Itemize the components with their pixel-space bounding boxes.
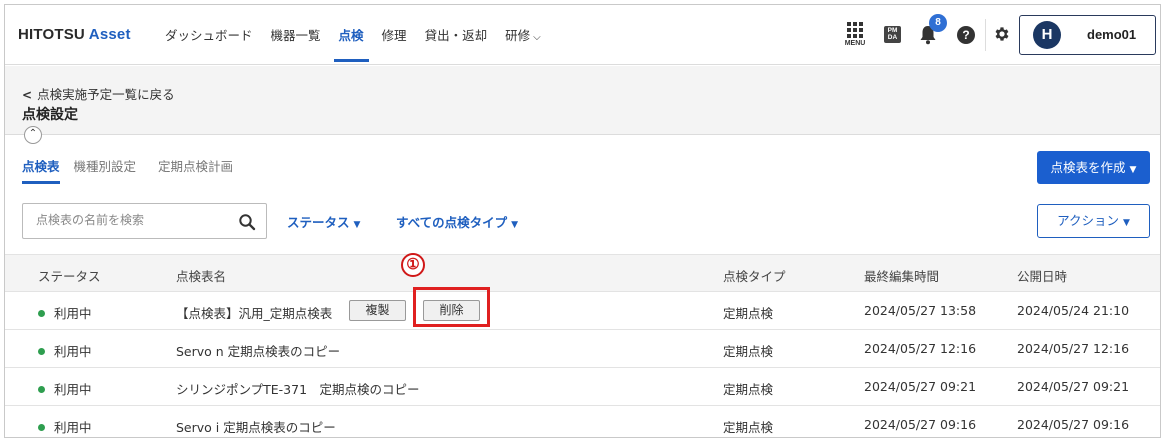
status-text: 利用中 — [54, 420, 92, 435]
edited-cell: 2024/05/27 13:58 — [864, 303, 977, 318]
logo-main: HITOTSU — [18, 26, 85, 43]
back-link[interactable]: < 点検実施予定一覧に戻る — [22, 84, 175, 103]
caret-down-icon: ▼ — [511, 220, 519, 230]
annotation-highlight — [413, 287, 490, 327]
nav-dashboard[interactable]: ダッシュボード — [156, 5, 262, 65]
col-type[interactable]: 点検タイプ — [723, 266, 786, 285]
pmda-icon[interactable]: PM DA — [884, 26, 901, 43]
caret-down-icon: ▼ — [1129, 165, 1137, 175]
col-name[interactable]: 点検表名 — [176, 266, 226, 285]
table-row[interactable]: 利用中 【点検表】汎用_定期点検表 複製 削除 定期点検 2024/05/27 … — [5, 292, 1160, 330]
tab-bar: 点検表 機種別設定 定期点検計画 — [22, 156, 255, 184]
annotation-number: ① — [401, 253, 425, 277]
caret-down-icon: ▼ — [353, 220, 361, 230]
status-cell: 利用中 — [38, 417, 92, 436]
col-published[interactable]: 公開日時 — [1017, 266, 1067, 285]
nav-inspection[interactable]: 点検 — [330, 5, 373, 65]
pmda-top: PM — [887, 27, 898, 34]
main-nav: ダッシュボード 機器一覧 点検 修理 貸出・返却 研修 ⌵ — [156, 5, 550, 65]
sheet-name[interactable]: シリンジポンプTE-371 定期点検のコピー — [176, 379, 420, 398]
back-link-label: 点検実施予定一覧に戻る — [37, 87, 175, 102]
page-title: 点検設定 — [22, 107, 78, 123]
tab-periodic-plan[interactable]: 定期点検計画 — [158, 156, 233, 184]
sheet-name[interactable]: Servo i 定期点検表のコピー — [176, 417, 336, 436]
status-text: 利用中 — [54, 306, 92, 321]
gear-icon[interactable] — [993, 25, 1011, 43]
published-cell: 2024/05/27 12:16 — [1017, 341, 1130, 356]
avatar: H — [1033, 21, 1061, 49]
copy-button[interactable]: 複製 — [349, 300, 406, 321]
action-button-label: アクション — [1057, 213, 1119, 228]
type-cell: 定期点検 — [723, 382, 774, 397]
chevron-down-icon: ⌵ — [533, 32, 541, 43]
published-cell: 2024/05/24 21:10 — [1017, 303, 1130, 318]
nav-training[interactable]: 研修 ⌵ — [496, 5, 550, 65]
published-cell: 2024/05/27 09:16 — [1017, 417, 1130, 432]
page-header: < 点検実施予定一覧に戻る 点検設定 — [5, 66, 1160, 135]
status-dot — [38, 348, 45, 355]
pmda-bottom: DA — [887, 34, 898, 41]
edited-cell: 2024/05/27 09:16 — [864, 417, 977, 432]
action-button[interactable]: アクション ▼ — [1037, 204, 1150, 238]
published-cell: 2024/05/27 09:21 — [1017, 379, 1130, 394]
create-sheet-button[interactable]: 点検表を作成 ▼ — [1037, 151, 1150, 184]
tab-inspection-sheet[interactable]: 点検表 — [22, 156, 60, 184]
table-row[interactable]: 利用中 シリンジポンプTE-371 定期点検のコピー 定期点検 2024/05/… — [5, 368, 1160, 406]
col-edited[interactable]: 最終編集時間 — [864, 266, 939, 285]
logo[interactable]: HITOTSU Asset — [18, 26, 131, 43]
app-window: HITOTSU Asset ダッシュボード 機器一覧 点検 修理 貸出・返却 研… — [4, 4, 1161, 438]
status-cell: 利用中 — [38, 303, 92, 322]
help-icon[interactable]: ? — [957, 26, 975, 44]
user-menu[interactable]: H demo01 — [1019, 15, 1156, 55]
menu-button[interactable]: MENU — [841, 22, 869, 47]
status-filter-label: ステータス — [287, 215, 350, 230]
chevron-up-icon[interactable]: ⌃ — [24, 126, 42, 144]
nav-repair[interactable]: 修理 — [373, 5, 416, 65]
nav-lending[interactable]: 貸出・返却 — [416, 5, 497, 65]
sheet-name[interactable]: Servo n 定期点検表のコピー — [176, 341, 340, 360]
table-row[interactable]: 利用中 Servo n 定期点検表のコピー 定期点検 2024/05/27 12… — [5, 330, 1160, 368]
status-text: 利用中 — [54, 344, 92, 359]
top-header: HITOTSU Asset ダッシュボード 機器一覧 点検 修理 貸出・返却 研… — [5, 5, 1160, 65]
notification-badge: 8 — [929, 14, 947, 32]
menu-grid-icon — [847, 22, 863, 38]
table-row[interactable]: 利用中 Servo i 定期点検表のコピー 定期点検 2024/05/27 09… — [5, 406, 1160, 437]
type-filter-label: すべての点検タイプ — [396, 215, 508, 230]
type-filter[interactable]: すべての点検タイプ ▼ — [396, 212, 518, 231]
search-input[interactable] — [36, 213, 226, 227]
status-dot — [38, 386, 45, 393]
type-cell: 定期点検 — [723, 306, 774, 321]
tab-model-settings[interactable]: 機種別設定 — [74, 156, 137, 184]
edited-cell: 2024/05/27 12:16 — [864, 341, 977, 356]
edited-cell: 2024/05/27 09:21 — [864, 379, 977, 394]
header-divider — [985, 19, 986, 51]
menu-label: MENU — [844, 40, 866, 47]
nav-training-label: 研修 — [505, 28, 531, 43]
nav-equipment-list[interactable]: 機器一覧 — [262, 5, 330, 65]
status-cell: 利用中 — [38, 379, 92, 398]
username: demo01 — [1087, 27, 1137, 42]
status-filter[interactable]: ステータス ▼ — [287, 212, 360, 231]
sheet-name[interactable]: 【点検表】汎用_定期点検表 — [176, 303, 332, 322]
status-text: 利用中 — [54, 382, 92, 397]
col-status[interactable]: ステータス — [38, 266, 101, 285]
search-icon[interactable] — [238, 213, 256, 231]
status-dot — [38, 310, 45, 317]
create-sheet-label: 点検表を作成 — [1050, 160, 1126, 175]
status-cell: 利用中 — [38, 341, 92, 360]
chevron-left-icon: < — [22, 88, 33, 102]
status-dot — [38, 424, 45, 431]
logo-accent: Asset — [88, 26, 131, 43]
type-cell: 定期点検 — [723, 420, 774, 435]
caret-down-icon: ▼ — [1122, 218, 1130, 228]
table-header: ステータス 点検表名 点検タイプ 最終編集時間 公開日時 — [5, 254, 1160, 292]
type-cell: 定期点検 — [723, 344, 774, 359]
search-box — [22, 203, 267, 239]
